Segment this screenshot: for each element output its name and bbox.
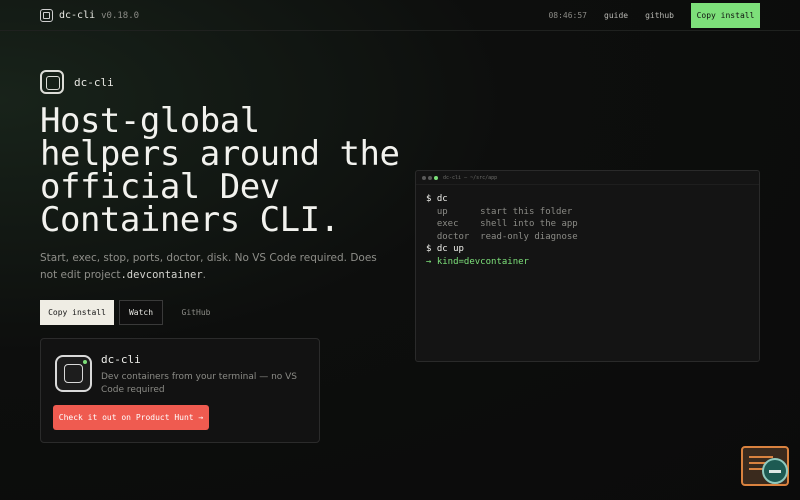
logo-icon [40, 70, 64, 94]
brand[interactable]: dc-cli v0.18.0 [40, 9, 139, 22]
terminal-body: $ dc up start this folder exec shell int… [416, 185, 759, 276]
clock-time: 08:46:57 [548, 11, 587, 20]
hero-logo-text: dc-cli [74, 75, 114, 89]
terminal-line: → kind=devcontainer [426, 256, 529, 267]
terminal-preview: dc-cli — ~/src/app $ dc up start this fo… [415, 170, 760, 362]
nav-github-link[interactable]: github [645, 11, 674, 20]
window-dot [428, 175, 432, 180]
status-dot [83, 360, 87, 364]
devcontainer-code: .devcontainer [120, 269, 203, 281]
hero-subtitle: Start, exec, stop, ports, doctor, disk. … [40, 250, 395, 284]
copy-install-button[interactable]: Copy install [691, 3, 760, 28]
terminal-line: $ dc up [426, 244, 464, 254]
product-hunt-button[interactable]: Check it out on Product Hunt → [53, 405, 209, 430]
window-dot [434, 175, 438, 180]
product-hunt-card: dc-cli Dev containers from your terminal… [40, 338, 320, 443]
subtitle-suffix: . [202, 269, 207, 281]
hero-actions: Copy install Watch GitHub [40, 300, 224, 325]
logo-icon [40, 9, 53, 22]
app-icon [55, 355, 92, 392]
terminal-line: $ dc [426, 194, 448, 204]
terminal-line: exec shell into the app [426, 219, 578, 229]
card-description: Dev containers from your terminal — no V… [101, 372, 298, 395]
window-dot [422, 175, 426, 180]
card-title: dc-cli [101, 353, 141, 366]
nav-links: 08:46:57 guide github Copy install [548, 0, 760, 31]
watch-button[interactable]: Watch [119, 300, 163, 325]
terminal-title: dc-cli — ~/src/app [443, 174, 498, 181]
terminal-line: up start this folder [426, 206, 573, 217]
version-label: v0.18.0 [101, 10, 140, 21]
terminal-titlebar: dc-cli — ~/src/app [416, 171, 759, 185]
nav-guide-link[interactable]: guide [604, 11, 628, 20]
hero-headline: Host-global helpers around the official … [40, 101, 400, 240]
terminal-line: doctor read-only diagnose [426, 231, 578, 242]
brand-name: dc-cli [59, 10, 96, 21]
top-nav: dc-cli v0.18.0 08:46:57 guide github Cop… [0, 0, 800, 31]
subtitle-text: Start, exec, stop, ports, doctor, disk. … [40, 252, 377, 281]
hero-logo: dc-cli [40, 70, 114, 94]
chat-badge-icon[interactable] [762, 458, 788, 484]
github-link[interactable]: GitHub [168, 300, 224, 325]
hero-copy-install-button[interactable]: Copy install [40, 300, 114, 325]
